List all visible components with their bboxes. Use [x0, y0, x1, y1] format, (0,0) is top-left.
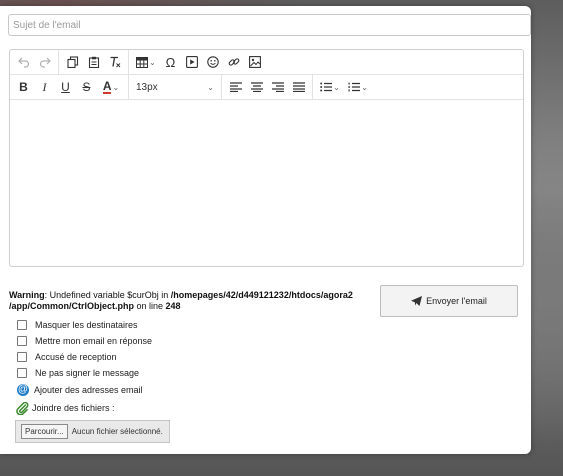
chevron-down-icon: ⌄	[112, 82, 120, 92]
add-email-addresses-link[interactable]: @ Ajouter des adresses email	[17, 381, 152, 399]
align-center-icon[interactable]	[246, 77, 267, 97]
editor-toolbar-row-2: B I U S A ⌄ 13px ⌄ ⌄ ⌄	[10, 75, 523, 100]
editor-toolbar-row-1: ⌄ Ω	[10, 50, 523, 75]
bullet-list-icon[interactable]: ⌄	[316, 77, 344, 97]
undo-icon[interactable]	[13, 52, 34, 72]
at-icon: @	[17, 384, 29, 396]
warning-text: : Undefined variable $curObj in	[44, 290, 171, 300]
php-warning-message: Warning: Undefined variable $curObj in /…	[9, 290, 369, 312]
paperclip-icon	[16, 401, 29, 415]
file-input-status: Aucun fichier sélectionné.	[71, 427, 163, 436]
warning-label: Warning	[9, 290, 45, 300]
font-size-select[interactable]: 13px ⌄	[132, 77, 218, 97]
redo-icon[interactable]	[34, 52, 55, 72]
underline-icon[interactable]: U	[55, 77, 76, 97]
align-left-icon[interactable]	[225, 77, 246, 97]
copy-icon[interactable]	[62, 52, 83, 72]
option-reply-to-me[interactable]: Mettre mon email en réponse	[17, 333, 152, 349]
email-form-card: ⌄ Ω B I U	[0, 6, 531, 454]
option-receipt[interactable]: Accusé de reception	[17, 349, 152, 365]
option-label: Ajouter des adresses email	[34, 385, 143, 395]
reply-to-me-checkbox[interactable]	[17, 336, 27, 346]
warning-line: 248	[165, 301, 181, 311]
strikethrough-icon[interactable]: S	[76, 77, 97, 97]
hide-recipients-checkbox[interactable]	[17, 320, 27, 330]
align-justify-icon[interactable]	[288, 77, 309, 97]
attach-files-label: Joindre des fichiers :	[16, 399, 152, 417]
clear-format-icon[interactable]	[104, 52, 125, 72]
option-hide-recipients[interactable]: Masquer les destinataires	[17, 317, 152, 333]
italic-icon[interactable]: I	[34, 77, 55, 97]
align-right-icon[interactable]	[267, 77, 288, 97]
warning-online: on line	[134, 301, 166, 311]
email-subject-input[interactable]	[8, 14, 531, 36]
option-label: Accusé de reception	[35, 352, 117, 362]
numbered-list-icon[interactable]: ⌄	[344, 77, 372, 97]
browse-button[interactable]: Parcourir...	[21, 424, 68, 439]
font-size-value: 13px	[136, 81, 158, 93]
email-options-list: Masquer les destinataires Mettre mon ema…	[16, 317, 152, 417]
chevron-down-icon: ⌄	[361, 82, 368, 92]
editor-content-area[interactable]	[10, 100, 523, 266]
option-label: Mettre mon email en réponse	[35, 336, 153, 346]
no-signature-checkbox[interactable]	[17, 368, 27, 378]
option-no-signature[interactable]: Ne pas signer le message	[17, 365, 152, 381]
rich-text-editor: ⌄ Ω B I U S A ⌄ 13px ⌄ ⌄ ⌄	[9, 49, 524, 267]
paper-plane-icon	[411, 296, 423, 306]
image-icon[interactable]	[244, 52, 265, 72]
emoji-icon[interactable]	[202, 52, 223, 72]
option-label: Joindre des fichiers :	[32, 403, 115, 413]
paste-icon[interactable]	[83, 52, 104, 72]
video-icon[interactable]	[181, 52, 202, 72]
send-email-button[interactable]: Envoyer l'email	[380, 285, 518, 317]
chevron-down-icon: ⌄	[149, 57, 156, 67]
option-label: Masquer les destinataires	[35, 320, 138, 330]
chevron-down-icon: ⌄	[333, 82, 340, 92]
link-icon[interactable]	[223, 52, 244, 72]
option-label: Ne pas signer le message	[35, 368, 140, 378]
table-icon[interactable]: ⌄	[132, 52, 160, 72]
text-color-icon[interactable]: A ⌄	[97, 77, 125, 97]
omega-icon[interactable]: Ω	[160, 52, 181, 72]
bold-icon[interactable]: B	[13, 77, 34, 97]
file-input[interactable]: Parcourir... Aucun fichier sélectionné.	[15, 420, 170, 443]
send-email-label: Envoyer l'email	[426, 296, 487, 306]
chevron-down-icon: ⌄	[207, 82, 214, 92]
receipt-checkbox[interactable]	[17, 352, 27, 362]
